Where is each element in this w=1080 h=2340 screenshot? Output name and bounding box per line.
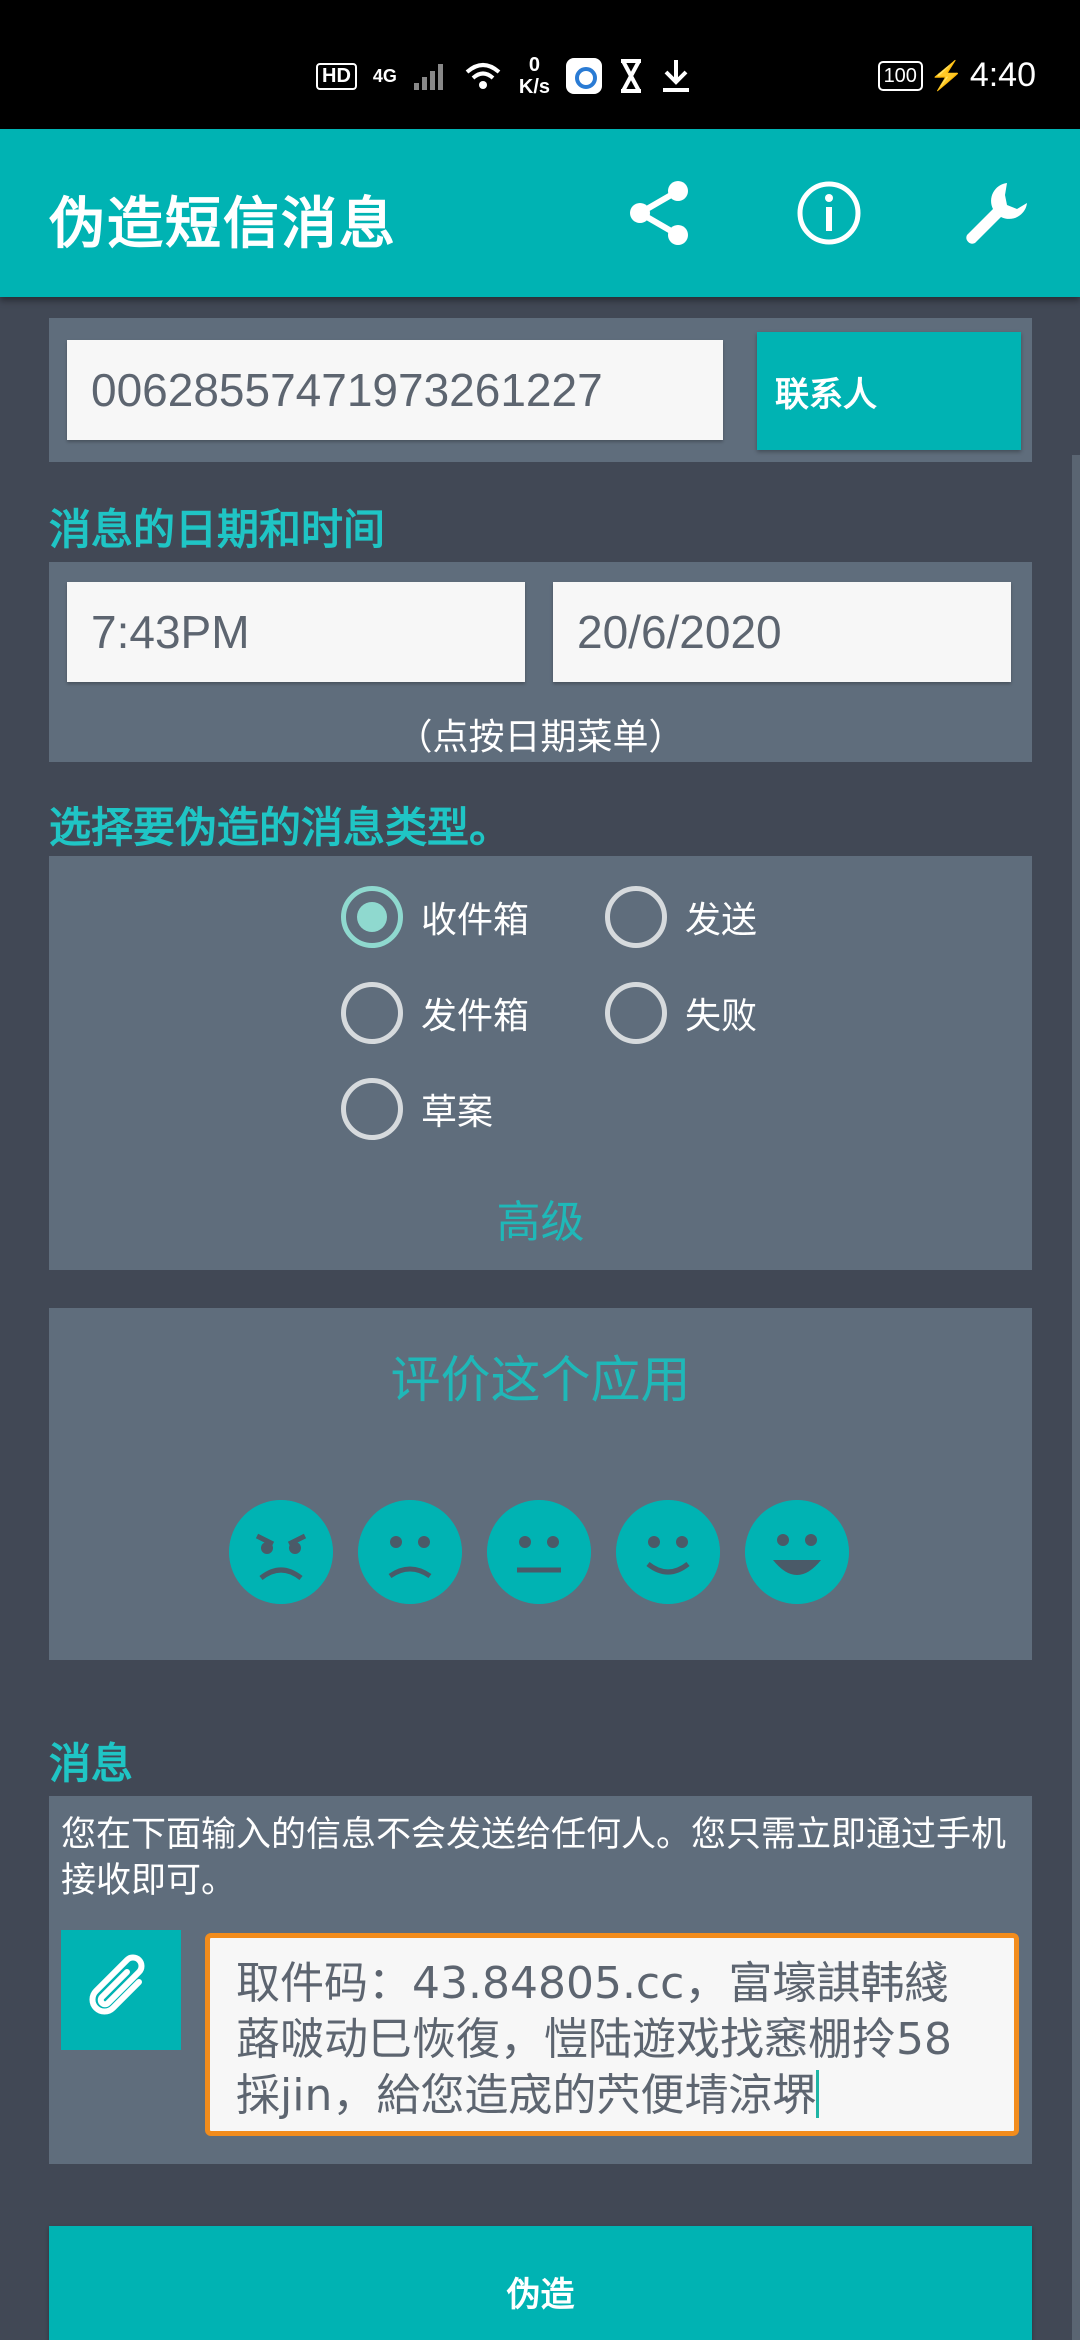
radio-sent-label: 发送 xyxy=(685,900,758,941)
clock: 4:40 xyxy=(969,56,1036,94)
smile-face-icon[interactable] xyxy=(616,1500,720,1604)
network-type: 4G xyxy=(372,65,397,86)
angry-face-icon[interactable] xyxy=(229,1500,333,1604)
radio-inbox-circle[interactable] xyxy=(341,886,403,948)
radio-draft-circle[interactable] xyxy=(341,1078,403,1140)
advanced-link[interactable]: 高级 xyxy=(49,1186,1032,1250)
paperclip-icon xyxy=(89,1954,145,2015)
battery-icon: 100 xyxy=(877,60,923,91)
radio-failed[interactable]: 失败 xyxy=(605,982,757,1044)
time-field[interactable]: 7:43PM xyxy=(67,582,525,682)
radio-outbox[interactable]: 发件箱 xyxy=(341,982,529,1044)
charging-icon: ⚡ xyxy=(928,60,964,91)
date-hint: （点按日期菜单） xyxy=(396,717,685,758)
radio-failed-label: 失败 xyxy=(685,996,758,1037)
message-body-text: 取件码：43.84805.cc，富壕諆韩綫蕗啵动巳恢復，愷陆遊戏找窸棚拎58採j… xyxy=(236,1958,952,2121)
status-left: HD 4G 0 K/s xyxy=(316,54,692,98)
hd-icon: HD xyxy=(316,62,357,90)
status-bar: HD 4G 0 K/s 100 ⚡ 4:40 xyxy=(0,0,1080,129)
rating-title: 评价这个应用 xyxy=(390,1351,691,1409)
app-notification-icon xyxy=(566,58,603,94)
contacts-button[interactable]: 联系人 xyxy=(757,332,1021,450)
happy-face-icon[interactable] xyxy=(745,1500,849,1604)
sender-card: 00628557471973261227 联系人 xyxy=(49,318,1032,462)
wrench-icon[interactable] xyxy=(953,171,1037,255)
app-title: 伪造短信消息 xyxy=(49,192,397,257)
attach-button[interactable] xyxy=(61,1930,181,2050)
datetime-section-title: 消息的日期和时间 xyxy=(49,505,386,554)
radio-inbox-label: 收件箱 xyxy=(421,900,530,941)
message-body-field[interactable]: 取件码：43.84805.cc，富壕諆韩綫蕗啵动巳恢復，愷陆遊戏找窸棚拎58採j… xyxy=(205,1933,1019,2136)
share-icon[interactable] xyxy=(618,171,702,255)
neutral-face-icon[interactable] xyxy=(487,1500,591,1604)
message-type-section-title: 选择要伪造的消息类型。 xyxy=(49,803,512,852)
datetime-card: 7:43PM 20/6/2020 （点按日期菜单） xyxy=(49,562,1032,762)
radio-sent[interactable]: 发送 xyxy=(605,886,757,948)
hourglass-icon xyxy=(621,59,642,93)
radio-draft[interactable]: 草案 xyxy=(341,1078,493,1140)
radio-outbox-circle[interactable] xyxy=(341,982,403,1044)
wifi-icon xyxy=(465,63,501,89)
sad-face-icon[interactable] xyxy=(358,1500,462,1604)
signal-icon xyxy=(413,64,443,90)
message-info: 您在下面输入的信息不会发送给任何人。您只需立即通过手机接收即可。 xyxy=(61,1815,1007,1901)
radio-inbox[interactable]: 收件箱 xyxy=(341,886,529,948)
app-bar: 伪造短信消息 xyxy=(0,129,1080,297)
status-right: 100 ⚡ 4:40 xyxy=(877,56,1036,95)
net-speed-unit: K/s xyxy=(518,76,551,98)
message-section-title: 消息 xyxy=(49,1739,134,1788)
rating-card: 评价这个应用 xyxy=(49,1308,1032,1660)
radio-sent-circle[interactable] xyxy=(605,886,667,948)
fake-submit-button[interactable]: 伪造 xyxy=(49,2226,1032,2340)
radio-draft-label: 草案 xyxy=(421,1092,494,1133)
net-speed-value: 0 xyxy=(528,54,541,76)
download-icon xyxy=(663,60,690,92)
radio-outbox-label: 发件箱 xyxy=(421,996,530,1037)
phone-number-field[interactable]: 00628557471973261227 xyxy=(67,340,723,440)
info-icon[interactable] xyxy=(787,171,871,255)
text-caret xyxy=(816,2070,820,2118)
message-type-card: 收件箱 发送 发件箱 失败 草案 高级 xyxy=(49,856,1032,1270)
date-field[interactable]: 20/6/2020 xyxy=(553,582,1011,682)
scrollbar[interactable] xyxy=(1072,455,1080,2340)
net-speed: 0 K/s xyxy=(519,54,550,98)
radio-failed-circle[interactable] xyxy=(605,982,667,1044)
